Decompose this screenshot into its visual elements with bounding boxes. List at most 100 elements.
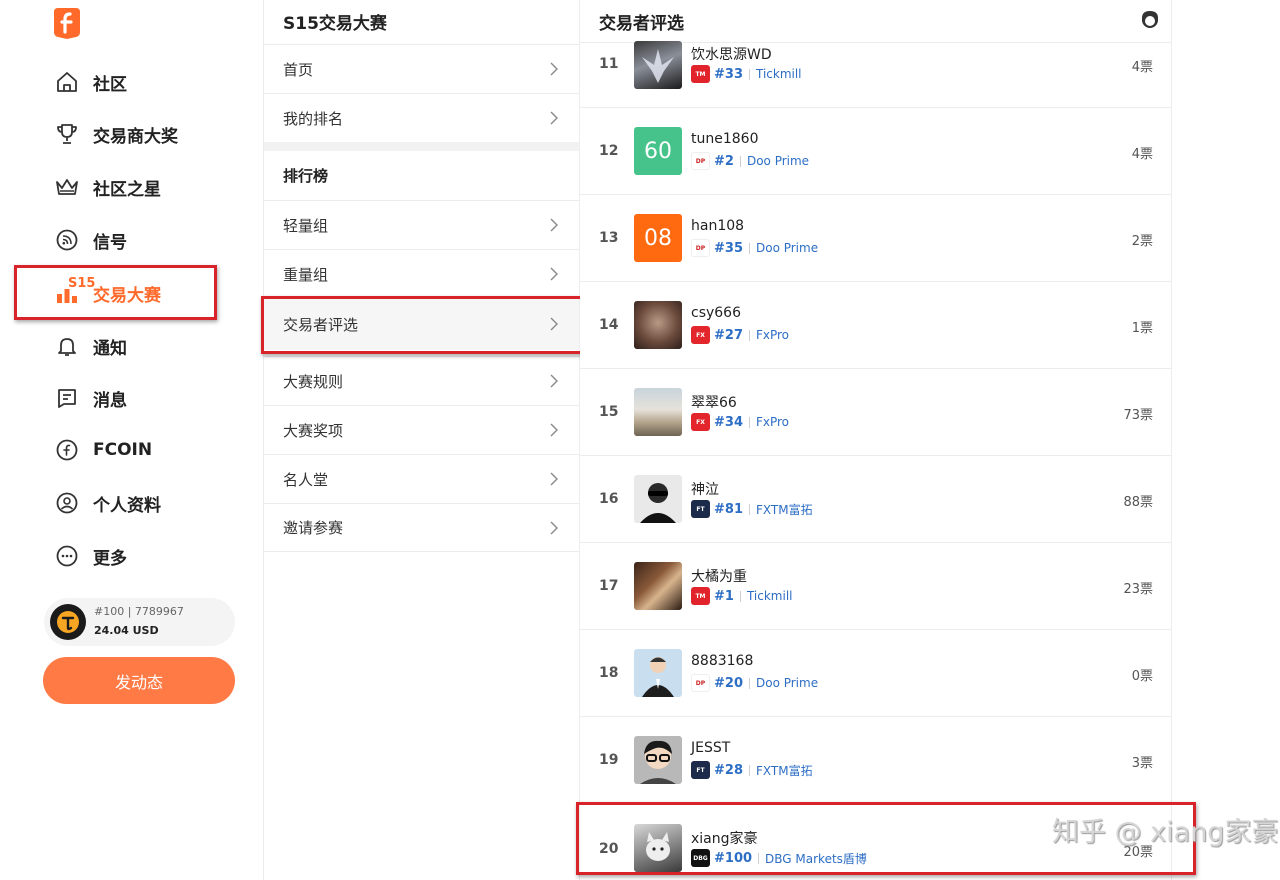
broker-name[interactable]: FXTM富拓 <box>756 501 813 518</box>
menu-item-my-ranking[interactable]: 我的排名 <box>264 93 579 142</box>
trader-selection-panel: 交易者评选 11 饮水思源WD TM #33 Tickmill 4票 12 60… <box>580 0 1172 880</box>
menu-item-light-group[interactable]: 轻量组 <box>264 200 579 249</box>
menu-item-home[interactable]: 首页 <box>264 44 579 93</box>
table-row[interactable]: 12 60 tune1860 DP #2 Doo Prime 4票 <box>580 108 1172 195</box>
sidebar-item-broker-awards[interactable]: 交易商大奖 <box>54 114 178 154</box>
sidebar-item-notifications[interactable]: 通知 <box>54 326 127 366</box>
vote-count: 4票 <box>1131 147 1153 162</box>
vote-count: 88票 <box>1123 495 1153 510</box>
rank-number: 19 <box>599 752 619 768</box>
sidebar-item-fcoin[interactable]: FCOIN <box>54 430 152 470</box>
bell-icon <box>54 333 80 359</box>
avatar[interactable]: 60 <box>634 127 682 175</box>
menu-item-label: 邀请参赛 <box>283 519 344 537</box>
sidebar-item-messages[interactable]: 消息 <box>54 378 127 418</box>
app-logo-icon[interactable] <box>52 6 82 40</box>
trader-entry-number: #100 <box>714 850 753 866</box>
avatar[interactable] <box>634 649 682 697</box>
menu-item-invite[interactable]: 邀请参赛 <box>264 503 579 552</box>
broker-name[interactable]: Doo Prime <box>756 241 818 255</box>
sidebar-item-more[interactable]: 更多 <box>54 536 127 576</box>
broker-name[interactable]: Tickmill <box>747 589 793 603</box>
sidebar-item-community[interactable]: 社区 <box>54 62 127 102</box>
trader-name[interactable]: han108 <box>691 218 744 234</box>
trader-name[interactable]: 翠翠66 <box>691 392 737 412</box>
table-row[interactable]: 14 csy666 FX #27 FxPro 1票 <box>580 282 1172 369</box>
menu-item-label: 名人堂 <box>283 470 329 489</box>
chevron-right-icon <box>550 521 558 535</box>
broker-name[interactable]: FxPro <box>756 415 789 429</box>
chevron-right-icon <box>550 317 558 331</box>
broker-name[interactable]: Doo Prime <box>756 676 818 690</box>
table-row[interactable]: 18 8883168 DP #20 Doo Prime 0票 <box>580 630 1172 717</box>
menu-item-label: 首页 <box>283 60 314 79</box>
menu-item-hall-of-fame[interactable]: 名人堂 <box>264 454 579 503</box>
sidebar-item-trading-contest[interactable]: S15 交易大赛 <box>54 273 161 313</box>
trader-name[interactable]: xiang家豪 <box>691 828 758 848</box>
tickmill-logo-icon: TM <box>691 587 710 605</box>
table-row[interactable]: 16 神泣 FT #81 FXTM富拓 88票 <box>580 456 1172 543</box>
menu-item-label: 轻量组 <box>283 216 329 235</box>
sidebar-item-label: 社区之星 <box>93 179 161 200</box>
avatar[interactable] <box>634 824 682 872</box>
broker-name[interactable]: DBG Markets盾博 <box>765 850 867 867</box>
avatar[interactable] <box>634 562 682 610</box>
table-row[interactable]: 11 饮水思源WD TM #33 Tickmill 4票 <box>580 21 1172 108</box>
rank-number: 18 <box>599 665 619 681</box>
broker-name[interactable]: FXTM富拓 <box>756 762 813 779</box>
avatar <box>50 604 86 640</box>
table-row[interactable]: 19 JESST FT #28 FXTM富拓 3票 <box>580 717 1172 804</box>
broker-name[interactable]: FxPro <box>756 328 789 342</box>
sidebar-item-label: 信号 <box>93 232 127 253</box>
trader-entry-number: #35 <box>714 240 743 256</box>
sidebar-item-community-stars[interactable]: 社区之星 <box>54 167 161 207</box>
doo-prime-logo-icon: DP <box>691 674 710 692</box>
post-update-button[interactable]: 发动态 <box>43 657 235 704</box>
avatar[interactable] <box>634 301 682 349</box>
table-row[interactable]: 17 大橘为重 TM #1 Tickmill 23票 <box>580 543 1172 630</box>
trader-entry-number: #81 <box>714 501 743 517</box>
menu-item-trader-selection[interactable]: 交易者评选 <box>264 298 579 350</box>
trader-entry-number: #27 <box>714 327 743 343</box>
trader-name[interactable]: tune1860 <box>691 131 758 147</box>
menu-item-label: 我的排名 <box>283 109 344 128</box>
avatar[interactable] <box>634 388 682 436</box>
message-icon <box>54 385 80 411</box>
trader-entry-number: #34 <box>714 414 743 430</box>
broker-name[interactable]: Tickmill <box>756 67 802 81</box>
broker-name[interactable]: Doo Prime <box>747 154 809 168</box>
rank-number: 12 <box>599 143 619 159</box>
menu-item-rules[interactable]: 大赛规则 <box>264 356 579 405</box>
contest-chart-icon: S15 <box>54 276 95 306</box>
fxtm-logo-icon: FT <box>691 500 710 518</box>
meta-divider <box>758 852 760 864</box>
fcoin-icon <box>54 437 80 463</box>
user-account-card[interactable]: #100 | 7789967 24.04 USD <box>44 598 235 646</box>
menu-item-label: 交易者评选 <box>283 316 359 334</box>
fxtm-logo-icon: FT <box>691 761 710 779</box>
avatar[interactable] <box>634 475 682 523</box>
trader-name[interactable]: 大橘为重 <box>691 566 747 586</box>
trader-name[interactable]: 饮水思源WD <box>691 44 772 64</box>
meta-divider <box>748 242 750 254</box>
trader-entry-number: #1 <box>714 588 734 604</box>
avatar[interactable]: 08 <box>634 214 682 262</box>
menu-item-heavy-group[interactable]: 重量组 <box>264 249 579 298</box>
table-row[interactable]: 15 翠翠66 FX #34 FxPro 73票 <box>580 369 1172 456</box>
sidebar-item-profile[interactable]: 个人资料 <box>54 483 161 523</box>
profile-icon <box>54 490 80 516</box>
table-row[interactable]: 13 08 han108 DP #35 Doo Prime 2票 <box>580 195 1172 282</box>
meta-divider <box>739 155 741 167</box>
trader-name[interactable]: JESST <box>691 740 730 756</box>
avatar[interactable] <box>634 736 682 784</box>
chevron-right-icon <box>550 472 558 486</box>
trader-name[interactable]: 神泣 <box>691 479 719 499</box>
avatar[interactable] <box>634 41 682 89</box>
sidebar-item-label: FCOIN <box>93 440 153 460</box>
sidebar-item-signals[interactable]: 信号 <box>54 220 127 260</box>
trader-name[interactable]: 8883168 <box>691 653 753 669</box>
rank-number: 20 <box>599 841 619 857</box>
menu-item-prizes[interactable]: 大赛奖项 <box>264 405 579 454</box>
chevron-right-icon <box>550 62 558 76</box>
trader-name[interactable]: csy666 <box>691 305 741 321</box>
